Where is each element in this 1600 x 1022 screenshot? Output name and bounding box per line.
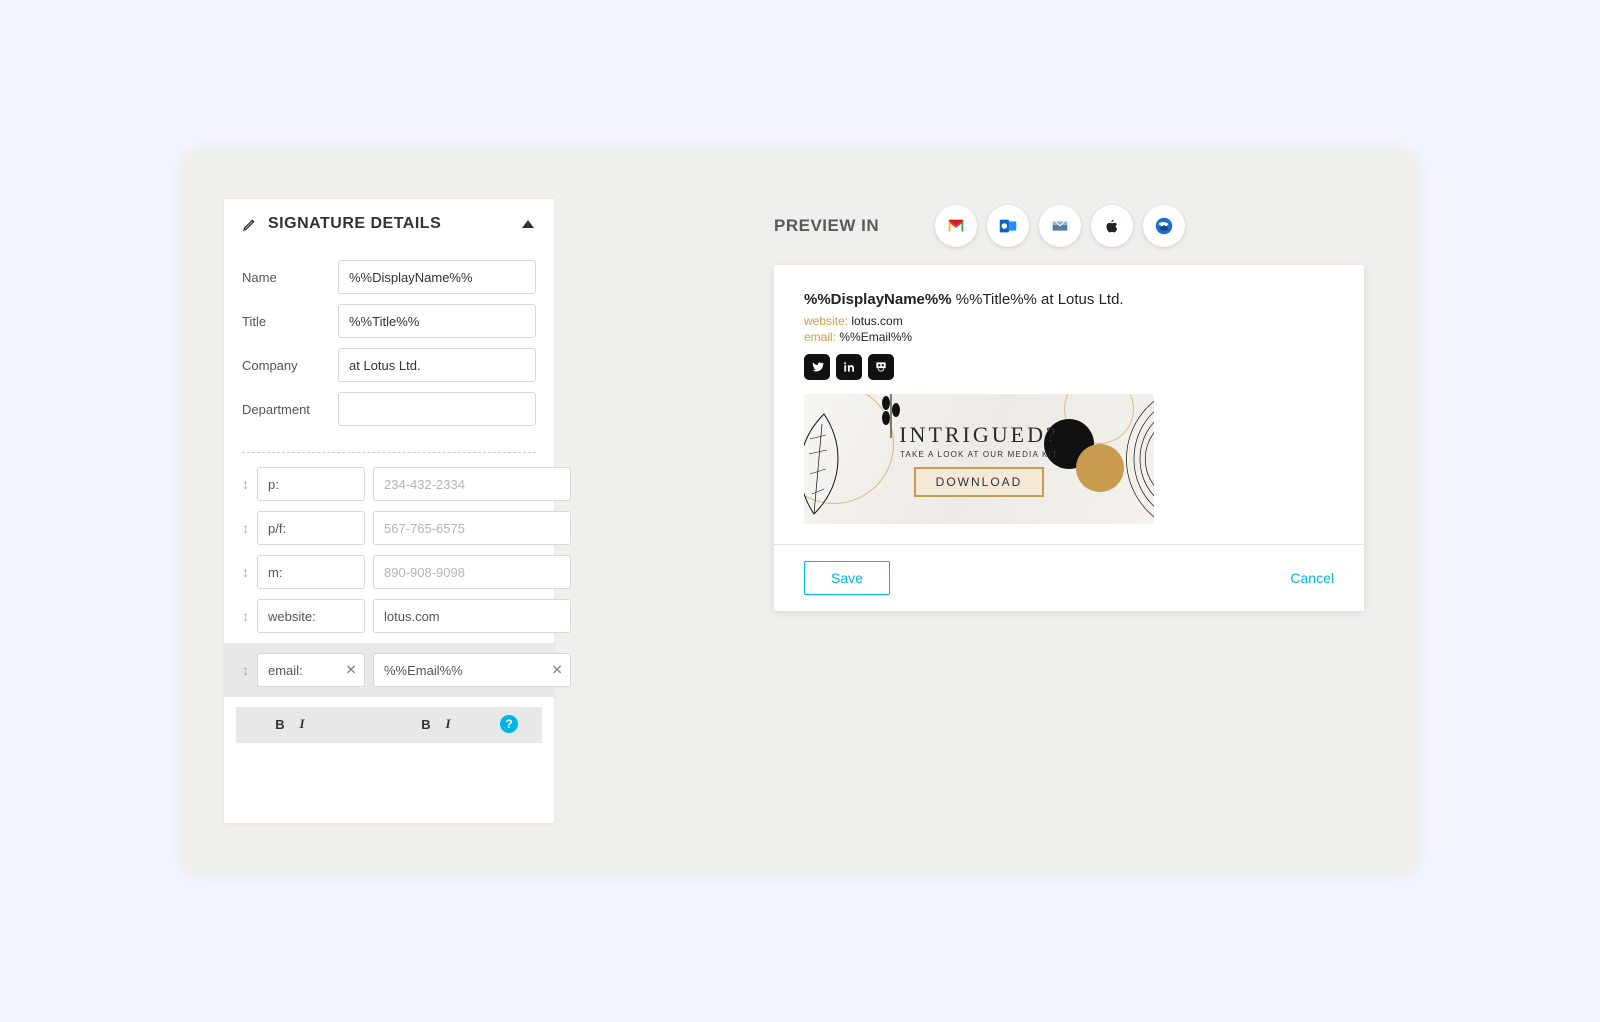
title-input[interactable]	[338, 304, 536, 338]
contact-label-input[interactable]	[257, 511, 365, 545]
signature-details-panel: SIGNATURE DETAILS Name Title Company Dep…	[224, 199, 554, 823]
contact-row-website: ↕	[236, 599, 542, 633]
drag-handle-icon[interactable]: ↕	[242, 476, 249, 492]
panel-header[interactable]: SIGNATURE DETAILS	[224, 199, 554, 248]
promo-banner[interactable]: INTRIGUED? TAKE A LOOK AT OUR MEDIA KIT …	[804, 394, 1154, 524]
drag-handle-icon[interactable]: ↕	[242, 662, 249, 678]
client-apple[interactable]	[1091, 205, 1133, 247]
linkedin-icon[interactable]	[836, 354, 862, 380]
bold-button[interactable]: B	[418, 717, 434, 732]
client-thunderbird[interactable]	[1143, 205, 1185, 247]
italic-button[interactable]: I	[440, 716, 456, 732]
clear-icon[interactable]: ✕	[551, 662, 563, 679]
twitter-icon[interactable]	[804, 354, 830, 380]
department-input[interactable]	[338, 392, 536, 426]
department-label: Department	[242, 402, 338, 417]
title-label: Title	[242, 314, 338, 329]
bold-button[interactable]: B	[272, 717, 288, 732]
drag-handle-icon[interactable]: ↕	[242, 564, 249, 580]
contact-value-input[interactable]	[373, 599, 571, 633]
slideshare-icon[interactable]	[868, 354, 894, 380]
preview-section: PREVIEW IN	[774, 199, 1364, 823]
help-icon[interactable]: ?	[500, 715, 518, 733]
preview-footer: Save Cancel	[774, 544, 1364, 611]
cancel-button[interactable]: Cancel	[1290, 570, 1334, 586]
signature-email-line: email: %%Email%%	[804, 330, 1334, 344]
company-input[interactable]	[338, 348, 536, 382]
italic-button[interactable]: I	[294, 716, 310, 732]
contact-value-input[interactable]	[373, 467, 571, 501]
contact-value-input[interactable]	[373, 555, 571, 589]
name-label: Name	[242, 270, 338, 285]
client-outlook[interactable]	[987, 205, 1029, 247]
drag-handle-icon[interactable]: ↕	[242, 608, 249, 624]
basic-fields: Name Title Company Department	[224, 248, 554, 440]
signature-title-company: %%Title%% at Lotus Ltd.	[956, 291, 1124, 308]
client-mac-mail[interactable]	[1039, 205, 1081, 247]
editor-canvas: SIGNATURE DETAILS Name Title Company Dep…	[184, 151, 1416, 871]
collapse-icon[interactable]	[522, 220, 534, 228]
contact-label-input[interactable]	[257, 467, 365, 501]
signature-website-line: website: lotus.com	[804, 314, 1334, 328]
company-label: Company	[242, 358, 338, 373]
client-gmail[interactable]	[935, 205, 977, 247]
contact-row-mobile: ↕	[236, 555, 542, 589]
name-input[interactable]	[338, 260, 536, 294]
download-button[interactable]: DOWNLOAD	[914, 467, 1045, 497]
save-button[interactable]: Save	[804, 561, 890, 595]
drag-handle-icon[interactable]: ↕	[242, 520, 249, 536]
contact-row-phone: ↕	[236, 467, 542, 501]
banner-title: INTRIGUED?	[899, 422, 1059, 448]
format-toolbar: B I B I ?	[236, 707, 542, 743]
social-icons	[804, 354, 1334, 380]
contact-value-input[interactable]	[373, 653, 571, 687]
email-client-selector	[935, 205, 1185, 247]
clear-icon[interactable]: ✕	[345, 662, 357, 679]
contact-label-input[interactable]	[257, 599, 365, 633]
separator	[242, 452, 536, 453]
contact-row-fax: ↕	[236, 511, 542, 545]
panel-title: SIGNATURE DETAILS	[268, 215, 441, 233]
preview-heading: PREVIEW IN	[774, 216, 879, 236]
contact-label-input[interactable]	[257, 555, 365, 589]
contact-value-input[interactable]	[373, 511, 571, 545]
preview-card: %%DisplayName%% %%Title%% at Lotus Ltd. …	[774, 265, 1364, 611]
banner-subtitle: TAKE A LOOK AT OUR MEDIA KIT	[900, 450, 1058, 459]
contact-row-email: ↕ ✕ ✕	[224, 643, 554, 697]
signature-name-line: %%DisplayName%% %%Title%% at Lotus Ltd.	[804, 291, 1334, 308]
contact-fields: ↕ ↕ ↕ ↕ ↕	[224, 467, 554, 743]
pencil-icon	[242, 216, 258, 232]
signature-displayname: %%DisplayName%%	[804, 291, 952, 308]
